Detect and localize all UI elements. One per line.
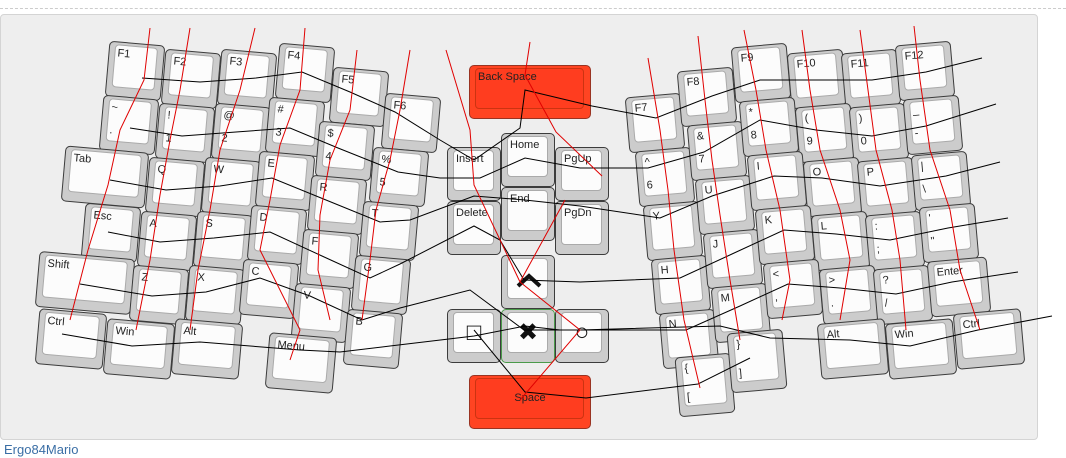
key-p[interactable]: P bbox=[856, 156, 918, 218]
key-6[interactable]: ^ 6 bbox=[634, 146, 696, 208]
key-win-right[interactable]: Win bbox=[884, 318, 958, 380]
key-f8[interactable]: F8 bbox=[676, 66, 738, 128]
key-pipe[interactable]: | \ bbox=[910, 150, 972, 212]
square-icon: □ bbox=[466, 319, 482, 346]
key-pgup[interactable]: PgUp bbox=[555, 147, 609, 201]
key-alt-left[interactable]: Alt bbox=[170, 318, 244, 380]
key-f7[interactable]: F7 bbox=[624, 92, 686, 154]
layout-caption[interactable]: Ergo84Mario bbox=[4, 442, 78, 457]
key-4[interactable]: $4 bbox=[314, 120, 376, 182]
key-e[interactable]: E bbox=[254, 150, 316, 212]
key-o[interactable]: O bbox=[802, 156, 864, 218]
key-quote[interactable]: ' " bbox=[918, 202, 980, 264]
key-d[interactable]: D bbox=[246, 204, 308, 266]
key-minus[interactable]: _ - bbox=[902, 94, 964, 156]
key-ctrl-right[interactable]: Ctrl bbox=[952, 308, 1026, 370]
key-r[interactable]: R bbox=[306, 174, 368, 236]
key-f6[interactable]: F6 bbox=[380, 92, 442, 154]
key-f[interactable]: F bbox=[298, 228, 360, 290]
key-i[interactable]: I bbox=[746, 150, 808, 212]
key-end[interactable]: End bbox=[501, 187, 555, 241]
key-9[interactable]: (9 bbox=[794, 102, 856, 164]
key-t[interactable]: T bbox=[358, 200, 420, 262]
key-f5[interactable]: F5 bbox=[328, 66, 390, 128]
key-f2[interactable]: F2 bbox=[160, 48, 222, 110]
key-win-left[interactable]: Win bbox=[102, 318, 176, 380]
key-delete[interactable]: Delete bbox=[447, 201, 501, 255]
key-y[interactable]: Y bbox=[642, 200, 704, 262]
key-g[interactable]: G bbox=[350, 254, 412, 316]
key-k[interactable]: K bbox=[754, 204, 816, 266]
key-b[interactable]: B bbox=[342, 308, 404, 370]
key-menu[interactable]: Menu bbox=[264, 332, 338, 394]
key-0[interactable]: ) 0 bbox=[848, 102, 910, 164]
key-z[interactable]: Z bbox=[128, 264, 190, 326]
key-x[interactable]: X bbox=[184, 264, 246, 326]
key-backspace[interactable]: Back Space bbox=[469, 65, 591, 119]
key-f10[interactable]: F10 bbox=[786, 48, 848, 110]
key-alt-right[interactable]: Alt bbox=[816, 318, 890, 380]
key-h[interactable]: H bbox=[650, 254, 712, 316]
key-insert[interactable]: Insert bbox=[447, 147, 501, 201]
key-semicolon[interactable]: :; bbox=[864, 210, 926, 272]
key-tilde[interactable]: ~. bbox=[98, 94, 160, 156]
circle-icon: ○ bbox=[574, 319, 590, 346]
key-circle[interactable]: ○ bbox=[555, 309, 609, 363]
key-enter[interactable]: Enter bbox=[926, 256, 992, 318]
key-esc[interactable]: Esc bbox=[80, 202, 142, 264]
key-period[interactable]: >. bbox=[818, 264, 880, 326]
key-home[interactable]: Home bbox=[501, 133, 555, 187]
key-l[interactable]: L bbox=[810, 210, 872, 272]
key-ctrl-left[interactable]: Ctrl bbox=[34, 308, 108, 370]
key-f4[interactable]: F4 bbox=[274, 42, 336, 104]
key-u[interactable]: U bbox=[694, 174, 756, 236]
key-a[interactable]: A bbox=[136, 210, 198, 272]
cross-icon: ✖ bbox=[517, 319, 539, 346]
key-f1[interactable]: F1 bbox=[104, 40, 166, 102]
caret-up-icon bbox=[516, 273, 542, 288]
key-comma[interactable]: <, bbox=[762, 258, 824, 320]
key-c[interactable]: C bbox=[238, 258, 300, 320]
key-slash[interactable]: ? / bbox=[872, 264, 934, 326]
key-8[interactable]: * 8 bbox=[738, 96, 800, 158]
key-f11[interactable]: F11 bbox=[840, 48, 902, 110]
key-shift-left[interactable]: Shift bbox=[34, 250, 136, 316]
key-tab[interactable]: Tab bbox=[60, 145, 150, 209]
key-lbracket[interactable]: {[ bbox=[674, 352, 736, 418]
key-f12[interactable]: F12 bbox=[894, 40, 956, 102]
key-q[interactable]: Q bbox=[144, 156, 206, 218]
key-7[interactable]: & 7 bbox=[686, 120, 748, 182]
key-cross[interactable]: ✖ bbox=[501, 309, 555, 363]
key-5[interactable]: % 5 bbox=[368, 146, 430, 208]
key-pgdn[interactable]: PgDn bbox=[555, 201, 609, 255]
key-up-arrow[interactable] bbox=[501, 255, 555, 309]
key-f9[interactable]: F9 bbox=[730, 42, 792, 104]
key-j[interactable]: J bbox=[702, 228, 764, 290]
key-square[interactable]: □ bbox=[447, 309, 501, 363]
dashed-separator bbox=[0, 8, 1066, 9]
key-rbracket[interactable]: }] bbox=[726, 328, 788, 394]
key-1[interactable]: ! 1 bbox=[154, 102, 216, 164]
keyboard-layout-canvas: F1 F2 F3 F4 F5 F6 ~. ! 1 @2 #3 $4 % 5 Tab … bbox=[0, 14, 1038, 440]
key-space[interactable]: Space bbox=[469, 375, 591, 429]
